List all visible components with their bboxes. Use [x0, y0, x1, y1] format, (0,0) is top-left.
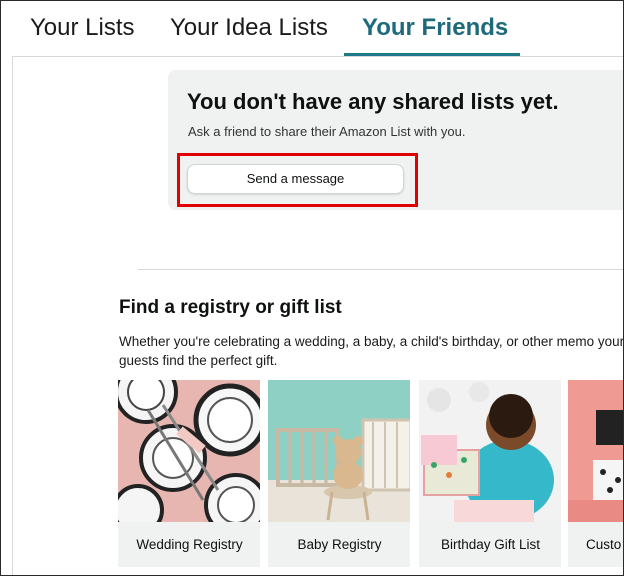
baby-registry-card[interactable]: Baby Registry [268, 380, 411, 567]
birthday-gift-list-image [419, 380, 561, 522]
wedding-registry-image [118, 380, 260, 522]
empty-state-subtitle: Ask a friend to share their Amazon List … [188, 124, 466, 139]
registry-section-title: Find a registry or gift list [119, 297, 342, 318]
birthday-gift-list-card[interactable]: Birthday Gift List [419, 380, 562, 567]
card-label: Baby Registry [268, 522, 410, 567]
wedding-registry-card[interactable]: Wedding Registry [118, 380, 261, 567]
tab-your-lists[interactable]: Your Lists [30, 1, 135, 55]
custom-gift-list-card[interactable]: Custo [568, 380, 623, 567]
list-tabs: Your Lists Your Idea Lists Your Friends [1, 1, 623, 57]
tab-your-friends[interactable]: Your Friends [362, 1, 508, 55]
card-label: Custo [568, 522, 623, 567]
custom-gift-list-image [568, 380, 623, 522]
baby-registry-image [268, 380, 410, 522]
section-divider [138, 269, 623, 270]
card-label: Wedding Registry [118, 522, 260, 567]
empty-state-title: You don't have any shared lists yet. [187, 89, 559, 114]
page-frame: Your Lists Your Idea Lists Your Friends … [0, 0, 624, 576]
tab-your-idea-lists[interactable]: Your Idea Lists [170, 1, 328, 55]
registry-description: Whether you're celebrating a wedding, a … [119, 334, 624, 368]
card-label: Birthday Gift List [419, 522, 561, 567]
send-message-button[interactable]: Send a message [187, 164, 404, 194]
